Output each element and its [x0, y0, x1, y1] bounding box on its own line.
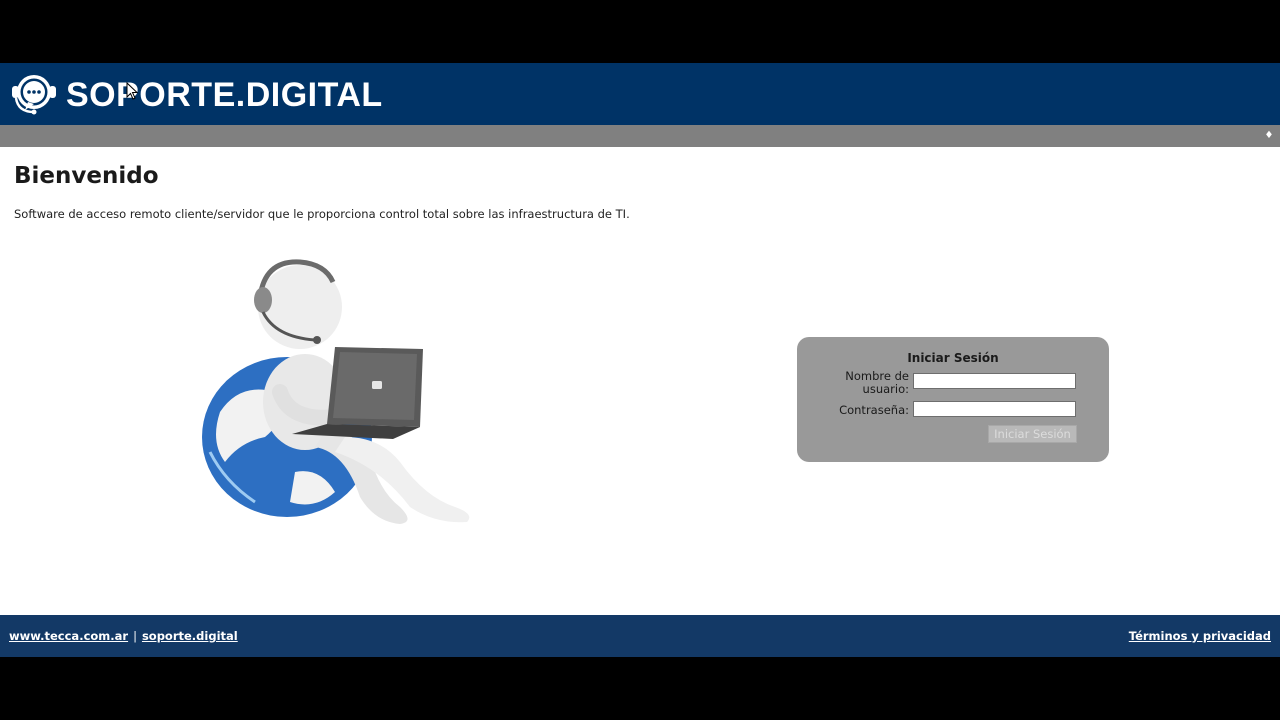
main-content: Bienvenido Software de acceso remoto cli… — [0, 147, 1280, 615]
sub-toolbar: ♦ — [0, 125, 1280, 147]
diamond-toggle-icon[interactable]: ♦ — [1264, 128, 1274, 144]
page-title: Bienvenido — [14, 163, 159, 189]
footer-links: www.tecca.com.ar | soporte.digital — [9, 629, 238, 643]
soporte-digital-link[interactable]: soporte.digital — [142, 629, 238, 643]
tecca-link[interactable]: www.tecca.com.ar — [9, 629, 128, 643]
footer-separator: | — [133, 629, 137, 643]
letterbox-top — [0, 0, 1280, 63]
header-bar: SOPORTE.DIGITAL — [0, 63, 1280, 125]
username-label: Nombre de usuario: — [845, 369, 909, 396]
password-input[interactable] — [913, 401, 1076, 417]
headset-chat-icon — [12, 75, 56, 115]
intro-text: Software de acceso remoto cliente/servid… — [14, 207, 630, 221]
login-button[interactable]: Iniciar Sesión — [988, 425, 1077, 443]
letterbox-bottom — [0, 657, 1280, 720]
password-label: Contraseña: — [839, 403, 909, 417]
terms-container: Términos y privacidad — [1129, 629, 1271, 643]
terms-link[interactable]: Términos y privacidad — [1129, 629, 1271, 643]
footer: www.tecca.com.ar | soporte.digital Término… — [0, 615, 1280, 657]
brand-name: SOPORTE.DIGITAL — [66, 76, 383, 114]
support-person-laptop-globe-icon — [202, 259, 470, 524]
username-input[interactable] — [913, 373, 1076, 389]
login-title: Iniciar Sesión — [907, 351, 999, 365]
mouse-cursor-icon — [126, 82, 138, 100]
login-panel: Iniciar Sesión Nombre de usuario: Contra… — [797, 337, 1109, 462]
